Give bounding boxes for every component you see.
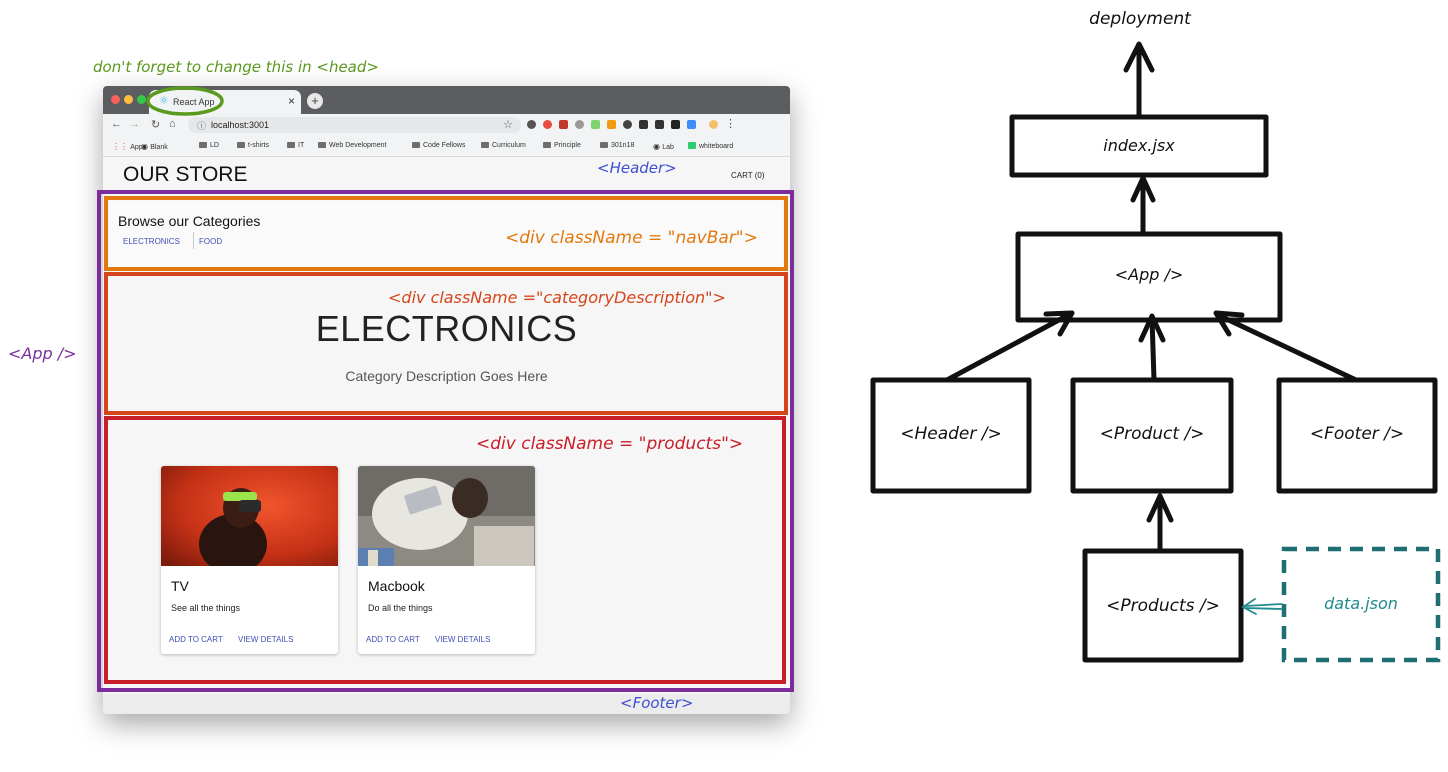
footer-annotation: <Footer> xyxy=(620,694,694,712)
header-node-label: <Header /> xyxy=(900,424,1002,444)
app-node-label: <App /> xyxy=(1114,265,1184,284)
arrow-footer-to-app xyxy=(1215,312,1359,383)
products-outline-box xyxy=(104,416,786,684)
category-description-annotation: <div className ="categoryDescription"> xyxy=(388,288,726,307)
header-annotation: <Header> xyxy=(597,159,677,177)
products-node-label: <Products /> xyxy=(1106,596,1220,616)
footer-node-label: <Footer /> xyxy=(1309,424,1405,444)
tab-highlight-circle xyxy=(146,86,224,116)
deployment-label: deployment xyxy=(1089,9,1191,29)
index-node-label: index.jsx xyxy=(1103,136,1175,155)
product-node-label: <Product /> xyxy=(1099,424,1205,444)
arrow-header-to-app xyxy=(944,311,1073,383)
data-json-label: data.json xyxy=(1324,594,1398,613)
navbar-annotation: <div className = "navBar"> xyxy=(505,228,758,248)
arrow-data-to-products xyxy=(1244,607,1283,610)
products-annotation: <div className = "products"> xyxy=(476,434,744,454)
diagram-drawing xyxy=(97,41,1441,692)
arrow-product-to-app xyxy=(1149,315,1157,383)
arrow-data-to-products xyxy=(1244,603,1283,607)
